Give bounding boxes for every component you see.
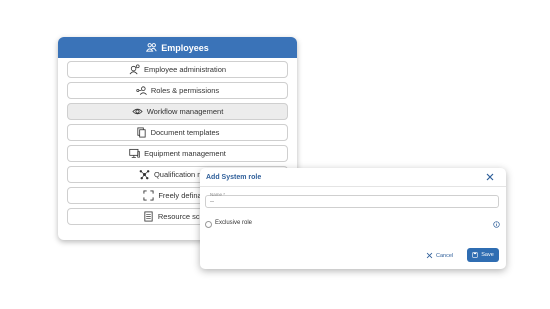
menu-item-label: Employee administration xyxy=(143,65,227,74)
close-icon[interactable] xyxy=(485,172,495,182)
menu-item-employee-administration[interactable]: Employee administration xyxy=(67,61,288,78)
menu-item-roles-permissions[interactable]: Roles & permissions xyxy=(67,82,288,99)
user-key-icon xyxy=(136,86,147,95)
cancel-label: Cancel xyxy=(436,252,454,259)
people-icon xyxy=(146,43,157,52)
add-system-role-dialog: Add System role Name * Exclusive role Ca… xyxy=(200,168,506,269)
panel-header: Employees xyxy=(58,37,297,58)
network-icon xyxy=(139,170,150,180)
menu-item-label: Roles & permissions xyxy=(150,86,220,95)
exclusive-role-label: Exclusive role xyxy=(215,220,253,226)
menu-item-document-templates[interactable]: Document templates xyxy=(67,124,288,141)
close-icon xyxy=(426,252,433,259)
exclusive-role-radio[interactable] xyxy=(205,221,212,228)
dialog-divider xyxy=(200,186,506,187)
panel-title: Employees xyxy=(161,42,209,53)
documents-icon xyxy=(137,127,146,138)
save-label: Save xyxy=(481,252,494,258)
cancel-button[interactable]: Cancel xyxy=(426,250,453,261)
monitor-icon xyxy=(129,148,141,159)
save-button[interactable]: Save xyxy=(467,248,499,262)
info-icon[interactable] xyxy=(493,221,500,228)
menu-item-label: Workflow management xyxy=(146,107,224,116)
expand-icon xyxy=(143,190,154,201)
name-label: Name * xyxy=(210,192,226,197)
floppy-disk-icon xyxy=(472,252,478,258)
eye-gear-icon xyxy=(132,108,143,115)
document-list-icon xyxy=(144,211,153,222)
menu-item-label: Document templates xyxy=(150,128,220,137)
menu-item-label: Equipment management xyxy=(144,149,226,158)
user-gear-icon xyxy=(129,64,140,75)
menu-item-equipment-management[interactable]: Equipment management xyxy=(67,145,288,162)
menu-item-workflow-management[interactable]: Workflow management xyxy=(67,103,288,120)
name-field[interactable] xyxy=(205,195,499,208)
dialog-title: Add System role xyxy=(206,174,262,181)
